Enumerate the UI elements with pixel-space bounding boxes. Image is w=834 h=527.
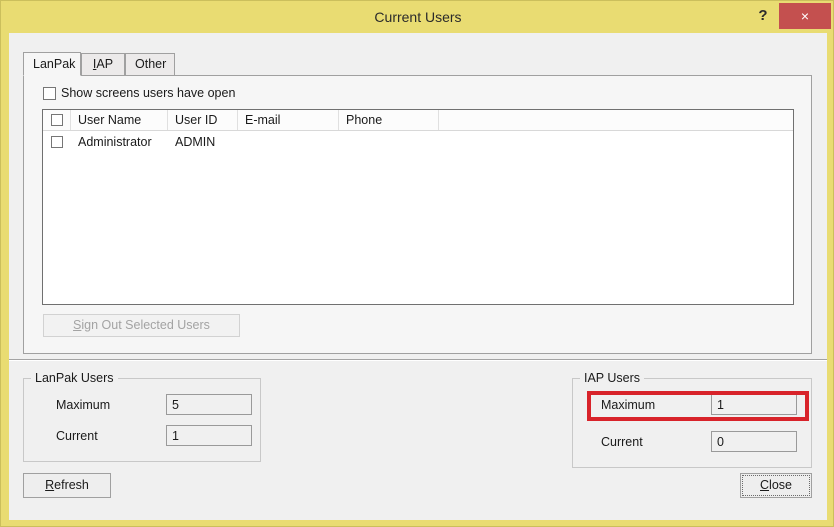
tab-lanpak[interactable]: LanPak — [23, 52, 81, 76]
group-iap-users: IAP Users Maximum Current — [572, 371, 812, 468]
sign-out-selected-users-button[interactable]: Sign Out Selected Users — [43, 314, 240, 337]
cell-user-name: Administrator — [78, 134, 152, 149]
refresh-button[interactable]: Refresh — [23, 473, 111, 498]
title-bar: Current Users ? × — [1, 1, 833, 33]
close-button-label: Close — [742, 475, 810, 496]
lanpak-current-label: Current — [56, 428, 98, 443]
group-lanpak-users: LanPak Users Maximum Current — [23, 371, 261, 462]
help-icon[interactable]: ? — [749, 1, 777, 31]
close-icon[interactable]: × — [779, 3, 831, 29]
users-table-header: User Name User ID E-mail Phone — [43, 110, 793, 131]
users-listview[interactable]: User Name User ID E-mail Phone Administr… — [42, 109, 794, 305]
row-select-checkbox[interactable] — [51, 135, 63, 148]
lanpak-current-row: Current — [56, 425, 252, 446]
window-title: Current Users — [374, 9, 462, 25]
dialog-body: LanPak IAP Other Show screens users have… — [9, 33, 827, 520]
lanpak-maximum-row: Maximum — [56, 394, 252, 415]
show-screens-checkbox-row[interactable]: Show screens users have open — [43, 86, 235, 100]
close-button[interactable]: Close — [740, 473, 812, 498]
column-header-user-name[interactable]: User Name — [71, 110, 168, 130]
column-header-email[interactable]: E-mail — [238, 110, 339, 130]
lanpak-maximum-input[interactable] — [166, 394, 252, 415]
iap-current-label: Current — [601, 434, 643, 449]
select-all-checkbox[interactable] — [50, 114, 63, 126]
group-lanpak-legend: LanPak Users — [31, 371, 118, 385]
row-select-checkbox-cell[interactable] — [43, 135, 71, 148]
tab-panel-lanpak: Show screens users have open User Name U… — [23, 75, 812, 354]
tab-iap[interactable]: IAP — [81, 53, 125, 75]
iap-maximum-input[interactable] — [711, 394, 797, 415]
iap-maximum-row: Maximum — [601, 394, 797, 415]
column-header-phone[interactable]: Phone — [339, 110, 439, 130]
lanpak-maximum-label: Maximum — [56, 397, 111, 412]
iap-current-row: Current — [601, 431, 797, 452]
current-users-window: Current Users ? × LanPak IAP Other Show … — [0, 0, 834, 527]
show-screens-label: Show screens users have open — [61, 86, 236, 100]
column-header-filler[interactable] — [439, 110, 793, 130]
column-header-select-all[interactable] — [43, 110, 71, 130]
tab-iap-label: IAP — [92, 57, 114, 71]
group-iap-legend: IAP Users — [580, 371, 645, 385]
show-screens-checkbox[interactable] — [43, 86, 56, 100]
iap-maximum-label: Maximum — [601, 397, 656, 412]
cell-user-id: ADMIN — [175, 134, 216, 149]
tab-lanpak-label: LanPak — [33, 57, 76, 71]
iap-current-input[interactable] — [711, 431, 797, 452]
lanpak-current-input[interactable] — [166, 425, 252, 446]
tab-other-label: Other — [135, 57, 167, 71]
column-header-user-id[interactable]: User ID — [168, 110, 238, 130]
tab-other[interactable]: Other — [125, 53, 175, 75]
section-divider — [9, 359, 827, 361]
table-row[interactable]: Administrator ADMIN — [43, 131, 793, 152]
refresh-button-label: Refresh — [45, 478, 89, 492]
sign-out-label: Sign Out Selected Users — [73, 318, 210, 332]
